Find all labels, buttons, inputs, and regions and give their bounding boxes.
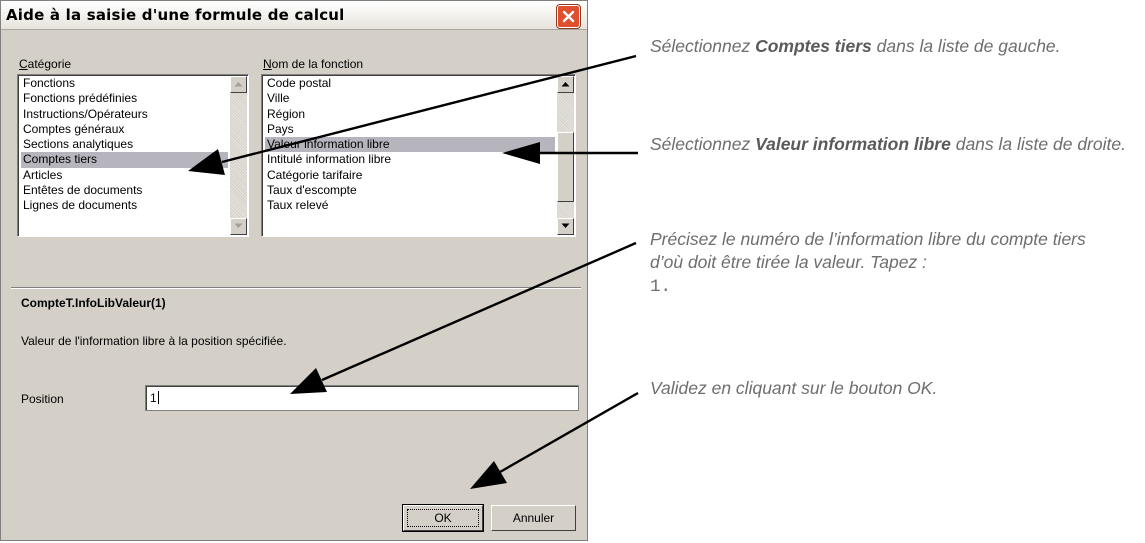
text-caret [157, 391, 159, 404]
title-bar[interactable]: Aide à la saisie d'une formule de calcul [1, 1, 587, 30]
category-label: Catégorie [19, 57, 72, 71]
annotation-enter-position: Précisez le numéro de l’information libr… [650, 228, 1120, 299]
annotation-2-bold: Valeur information libre [755, 134, 951, 154]
position-label: Position [21, 392, 64, 406]
function-item[interactable]: Taux relevé [265, 198, 555, 213]
ok-button[interactable]: OK [402, 504, 484, 532]
category-item[interactable]: Comptes tiers [21, 152, 228, 168]
annotation-validate: Validez en cliquant sur le bouton OK. [650, 377, 1140, 400]
function-item[interactable]: Pays [265, 122, 555, 137]
arrow-down-icon [561, 223, 570, 228]
annotation-3-text: Précisez le numéro de l’information libr… [650, 229, 1086, 272]
function-item[interactable]: Région [265, 107, 555, 122]
function-item[interactable]: Taux d'escompte [265, 183, 555, 198]
function-item[interactable]: Catégorie tarifaire [265, 168, 555, 183]
annotation-2-text-end: dans la liste de droite. [950, 134, 1126, 154]
cancel-button[interactable]: Annuler [491, 505, 576, 531]
annotation-2-text: Sélectionnez [650, 134, 756, 154]
function-list: Code postal Ville Région Pays Valeur informa… [265, 76, 555, 214]
arrow-down-icon [234, 223, 243, 228]
function-signature: CompteT.InfoLibValeur(1) [21, 296, 166, 310]
arrow-up-icon [561, 82, 570, 87]
category-item[interactable]: Comptes généraux [21, 122, 228, 137]
annotation-1-text-end: dans la liste de gauche. [871, 36, 1061, 56]
function-description: Valeur de l'information libre à la posit… [21, 334, 287, 348]
function-item[interactable]: Valeur information libre [265, 137, 555, 153]
dialog-title: Aide à la saisie d'une formule de calcul [6, 6, 345, 24]
separator [11, 287, 581, 289]
category-item[interactable]: Fonctions [21, 76, 228, 91]
category-scroll-down-button[interactable] [230, 218, 247, 235]
category-item[interactable]: Entêtes de documents [21, 183, 228, 198]
function-item[interactable]: Ville [265, 91, 555, 106]
ok-button-label: OK [434, 511, 452, 525]
category-item[interactable]: Fonctions prédéfinies [21, 91, 228, 106]
category-scroll-up-button[interactable] [230, 76, 247, 93]
function-item[interactable]: Code postal [265, 76, 555, 91]
category-scrollbar[interactable] [230, 76, 247, 235]
position-input[interactable]: 1 [145, 385, 579, 411]
function-listbox[interactable]: Code postal Ville Région Pays Valeur informa… [261, 74, 576, 237]
cancel-button-label: Annuler [512, 511, 555, 525]
category-item[interactable]: Sections analytiques [21, 137, 228, 152]
arrow-up-icon [234, 82, 243, 87]
annotation-4-text: Validez en cliquant sur le bouton OK. [650, 378, 938, 398]
annotation-select-function: Sélectionnez Valeur information libre da… [650, 133, 1140, 156]
function-name-label: Nom de la fonction [263, 57, 364, 71]
function-item[interactable]: Intitulé information libre [265, 152, 555, 167]
function-scroll-up-button[interactable] [557, 76, 574, 93]
category-item[interactable]: Lignes de documents [21, 198, 228, 213]
annotation-1-text: Sélectionnez [650, 36, 756, 56]
annotation-3-code: 1. [650, 277, 672, 297]
close-icon [562, 10, 575, 23]
category-list: Fonctions Fonctions prédéfinies Instructio… [21, 76, 228, 214]
category-item[interactable]: Articles [21, 168, 228, 183]
position-value: 1 [150, 391, 157, 405]
function-scroll-thumb[interactable] [557, 132, 574, 202]
category-item[interactable]: Instructions/Opérateurs [21, 107, 228, 122]
category-listbox[interactable]: Fonctions Fonctions prédéfinies Instructio… [17, 74, 249, 237]
formula-help-dialog: Aide à la saisie d'une formule de calcul… [0, 0, 588, 541]
function-scroll-down-button[interactable] [557, 218, 574, 235]
function-scrollbar[interactable] [557, 76, 574, 235]
annotation-select-category: Sélectionnez Comptes tiers dans la liste… [650, 35, 1140, 58]
annotation-1-bold: Comptes tiers [755, 36, 872, 56]
close-button[interactable] [557, 5, 580, 28]
